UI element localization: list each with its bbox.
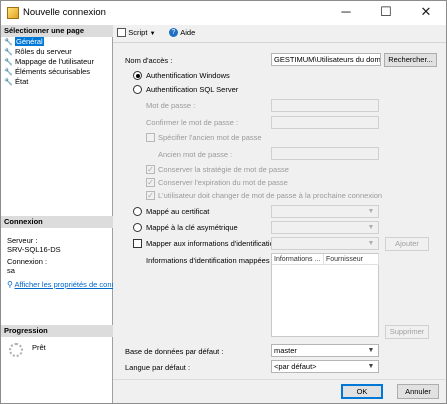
select-page-header: Sélectionner une page <box>1 25 113 37</box>
grid-header-credential[interactable]: Informations ... <box>272 254 324 265</box>
script-icon <box>117 28 126 38</box>
connection-header: Connexion <box>1 216 113 228</box>
title-bar: Nouvelle connexion ─ ☐ ✕ <box>1 1 446 25</box>
enforce-policy-label: Conserver la stratégie de mot de passe <box>158 165 289 174</box>
left-pane: Sélectionner une page 🔧 Général 🔧 Rôles du… <box>1 25 116 403</box>
asym-key-select[interactable]: ▼ <box>271 221 379 234</box>
login-name-label: Nom d'accès : <box>125 56 173 65</box>
credential-select[interactable]: ▼ <box>271 237 379 250</box>
nav-item-user-mapping[interactable]: 🔧 Mappage de l'utilisateur <box>4 57 94 67</box>
old-password-input[interactable] <box>271 147 379 160</box>
chevron-down-icon: ▼ <box>367 208 375 215</box>
windows-auth-label: Authentification Windows <box>146 71 230 80</box>
general-page: Script ▼ ? Aide Nom d'accès : GESTIMUM\U… <box>113 25 446 379</box>
nav-item-label: Général <box>15 37 44 46</box>
server-label: Serveur : <box>7 236 38 245</box>
window-title: Nouvelle connexion <box>23 7 106 18</box>
must-change-label: L'utilisateur doit changer de mot de pas… <box>158 191 383 200</box>
progress-header: Progression <box>1 325 113 337</box>
map-credentials-label: Mapper aux informations d'identification <box>146 239 278 248</box>
default-lang-select[interactable]: <par défaut> ▼ <box>271 360 379 373</box>
wrench-icon: 🔧 <box>4 79 13 86</box>
sql-auth-label: Authentification SQL Server <box>146 85 239 94</box>
script-button[interactable]: Script ▼ <box>117 28 156 38</box>
login-name-input[interactable]: GESTIMUM\Utilisateurs du domai <box>271 53 381 66</box>
progress-status: Prêt <box>32 343 46 352</box>
script-label: Script <box>128 28 148 37</box>
nav-item-label: Éléments sécurisables <box>15 67 91 76</box>
password-input[interactable] <box>271 99 379 112</box>
nav-item-label: État <box>15 77 29 86</box>
dialog-footer: OK Annuler <box>113 379 446 403</box>
mapped-credentials-label: Informations d'identification mappées <box>146 256 270 265</box>
default-lang-label: Langue par défaut : <box>125 363 191 372</box>
maximize-button[interactable]: ☐ <box>366 1 406 23</box>
search-button[interactable]: Rechercher... <box>384 53 437 67</box>
login-dialog: Nouvelle connexion ─ ☐ ✕ Sélectionner un… <box>0 0 447 404</box>
cert-mapped-radio[interactable] <box>133 207 142 216</box>
connection-label: Connexion : <box>7 257 48 266</box>
confirm-password-input[interactable] <box>271 116 379 129</box>
remove-credential-button[interactable]: Supprimer <box>385 325 429 339</box>
chevron-down-icon: ▼ <box>367 363 375 370</box>
enforce-policy-checkbox[interactable]: ✓ <box>146 165 155 174</box>
minimize-button[interactable]: ─ <box>326 1 366 23</box>
nav-item-server-roles[interactable]: 🔧 Rôles du serveur <box>4 47 72 57</box>
asym-key-mapped-label: Mappé à la clé asymétrique <box>146 223 238 232</box>
help-label: Aide <box>180 28 196 37</box>
enforce-expiration-checkbox[interactable]: ✓ <box>146 178 155 187</box>
chevron-down-icon: ▼ <box>367 240 375 247</box>
close-button[interactable]: ✕ <box>406 1 446 23</box>
add-credential-button[interactable]: Ajouter <box>385 237 429 251</box>
app-icon <box>7 7 19 19</box>
ok-button[interactable]: OK <box>341 384 383 399</box>
server-value: SRV-SQL16-DS <box>7 245 61 254</box>
asym-key-mapped-radio[interactable] <box>133 223 142 232</box>
default-db-select[interactable]: master ▼ <box>271 344 379 357</box>
chevron-down-icon: ▼ <box>367 224 375 231</box>
cancel-button[interactable]: Annuler <box>397 384 439 399</box>
help-button[interactable]: ? Aide <box>169 28 196 38</box>
sql-auth-radio[interactable] <box>133 85 142 94</box>
mapped-credentials-grid[interactable]: Informations ... Fournisseur <box>271 253 379 337</box>
nav-item-status[interactable]: 🔧 État <box>4 77 28 87</box>
view-properties-link[interactable]: Afficher les propriétés de conn <box>15 280 116 289</box>
certificate-select[interactable]: ▼ <box>271 205 379 218</box>
nav-item-label: Rôles du serveur <box>15 47 72 56</box>
connection-value: sa <box>7 266 15 275</box>
nav-item-label: Mappage de l'utilisateur <box>15 57 94 66</box>
password-label: Mot de passe : <box>146 101 196 110</box>
chevron-down-icon: ▼ <box>149 31 156 37</box>
view-properties-row[interactable]: ⚲ Afficher les propriétés de conn <box>7 280 116 289</box>
default-lang-value: <par défaut> <box>274 362 317 371</box>
cert-mapped-label: Mappé au certificat <box>146 207 210 216</box>
chevron-down-icon: ▼ <box>367 347 375 354</box>
nav-item-securables[interactable]: 🔧 Éléments sécurisables <box>4 67 90 77</box>
grid-header-provider[interactable]: Fournisseur <box>324 254 379 265</box>
toolbar: Script ▼ ? Aide <box>113 25 446 43</box>
nav-item-general[interactable]: 🔧 Général <box>4 37 44 47</box>
spinner-icon <box>9 343 23 357</box>
windows-auth-radio[interactable] <box>133 71 142 80</box>
default-db-value: master <box>274 346 297 355</box>
help-icon: ? <box>169 28 178 38</box>
must-change-checkbox[interactable]: ✓ <box>146 191 155 200</box>
properties-icon: ⚲ <box>7 280 13 289</box>
enforce-expiration-label: Conserver l'expiration du mot de passe <box>158 178 288 187</box>
specify-old-password-label: Spécifier l'ancien mot de passe <box>158 133 262 142</box>
map-credentials-checkbox[interactable] <box>133 239 142 248</box>
specify-old-password-checkbox[interactable] <box>146 133 155 142</box>
old-password-label: Ancien mot de passe : <box>158 150 233 159</box>
default-db-label: Base de données par défaut : <box>125 347 224 356</box>
confirm-password-label: Confirmer le mot de passe : <box>146 118 239 127</box>
